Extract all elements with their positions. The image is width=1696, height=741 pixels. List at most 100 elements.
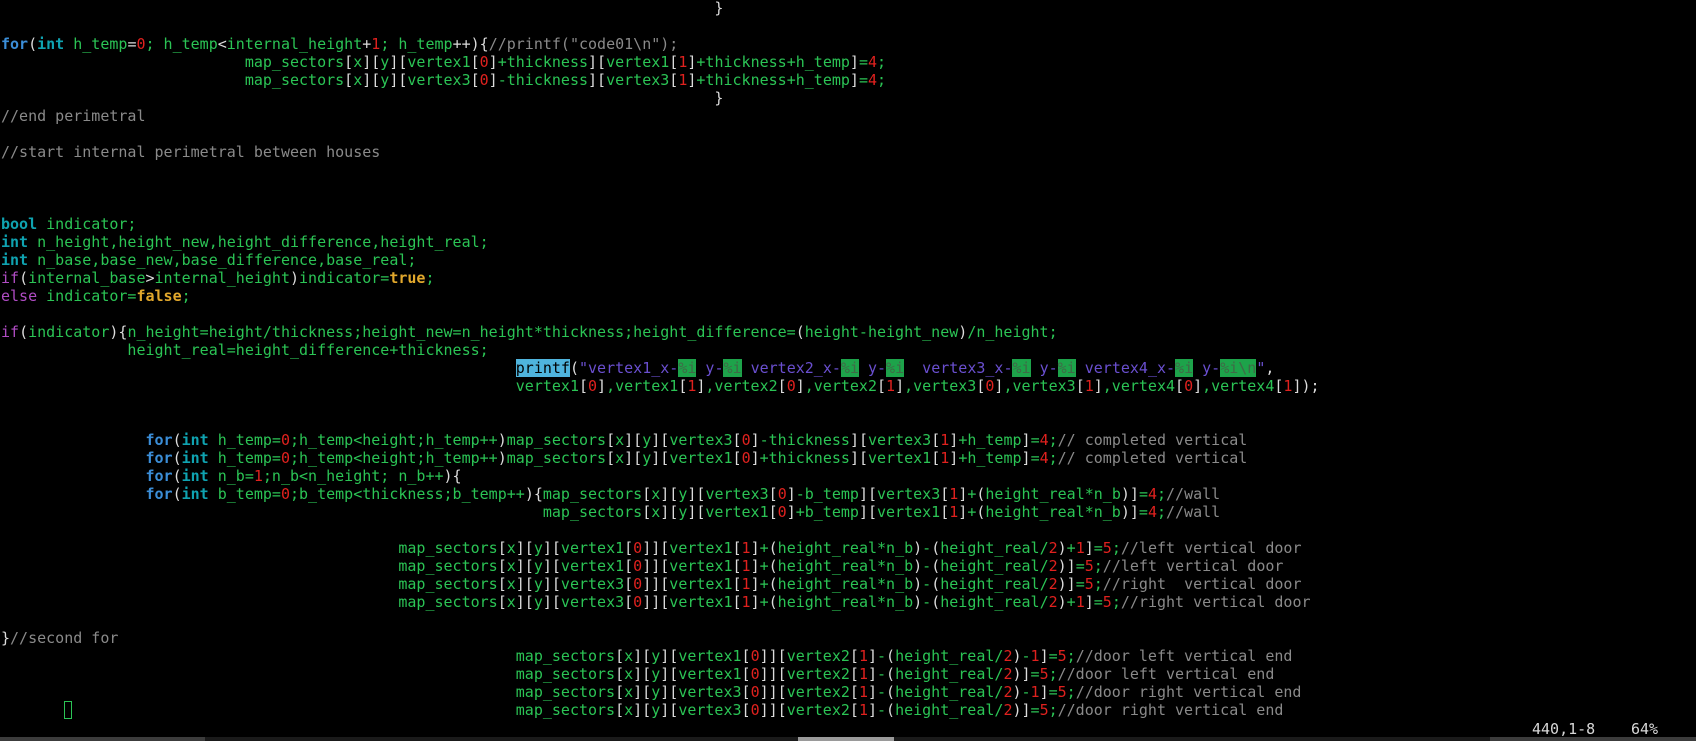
code-token: 2 xyxy=(1048,575,1058,593)
code-token: [ xyxy=(624,593,634,611)
code-token: //door left vertical end xyxy=(1075,647,1293,665)
code-token: = xyxy=(1075,557,1085,575)
code-line[interactable]: height_real=height_difference+thickness; xyxy=(1,341,488,359)
code-token: [ xyxy=(678,377,688,395)
code-token: // completed vertical xyxy=(1057,431,1248,449)
code-token: map_sectors xyxy=(1,503,643,521)
code-token: ][ xyxy=(515,575,534,593)
code-token: height_real*n_b xyxy=(777,557,914,575)
code-line[interactable]: //start internal perimetral between hous… xyxy=(1,143,380,161)
code-line[interactable]: //end perimetral xyxy=(1,107,146,125)
code-token: 5 xyxy=(1057,683,1067,701)
code-token: ] xyxy=(867,683,877,701)
code-line[interactable]: map_sectors[x][y][vertex1[0]+thickness][… xyxy=(1,53,886,71)
code-line[interactable]: bool indicator; xyxy=(1,215,136,233)
code-line[interactable]: for(int n_b=1;n_b<n_height; n_b++){ xyxy=(1,467,462,485)
code-token: ]][ xyxy=(759,647,787,665)
code-editor[interactable]: } for(int h_temp=0; h_temp<internal_heigh… xyxy=(0,0,1696,741)
code-token: ]][ xyxy=(759,683,787,701)
code-token: +b_temp xyxy=(795,503,859,521)
code-token: vertex3 xyxy=(560,593,625,611)
code-token: 4 xyxy=(1039,449,1049,467)
code-token: vertex1 xyxy=(407,53,471,71)
code-token: - xyxy=(922,539,932,557)
code-line[interactable]: printf("vertex1_x-%i y-%i vertex2_x-%i y… xyxy=(1,359,1274,377)
code-token: map_sectors xyxy=(506,449,607,467)
code-line[interactable]: map_sectors[x][y][vertex3[0]][vertex2[1]… xyxy=(1,683,1302,701)
code-line[interactable]: map_sectors[x][y][vertex1[0]][vertex2[1]… xyxy=(1,647,1293,665)
code-token: ] xyxy=(488,71,498,89)
code-line[interactable]: int n_base,base_new,base_difference,base… xyxy=(1,251,416,269)
code-line[interactable]: map_sectors[x][y][vertex1[0]+b_temp][ver… xyxy=(1,503,1220,521)
code-token: ][ xyxy=(633,647,652,665)
code-token: ;h_temp<height;h_temp++ xyxy=(290,449,498,467)
code-token: [ xyxy=(849,665,859,683)
code-token: ) xyxy=(958,323,968,341)
code-token: ;b_temp<thickness;b_temp++ xyxy=(290,485,525,503)
code-token: y xyxy=(651,683,661,701)
code-token: ] xyxy=(750,449,760,467)
code-line[interactable]: map_sectors[x][y][vertex1[0]][vertex2[1]… xyxy=(1,665,1275,683)
code-token: ][ xyxy=(651,449,670,467)
code-token: 0 xyxy=(786,377,796,395)
code-line[interactable]: vertex1[0],vertex1[1],vertex2[0],vertex2… xyxy=(1,377,1320,395)
code-token: [ xyxy=(849,683,859,701)
code-token: ) xyxy=(913,539,923,557)
code-line[interactable]: map_sectors[x][y][vertex1[0]][vertex1[1]… xyxy=(1,539,1301,557)
code-line[interactable]: map_sectors[x][y][vertex3[0]-thickness][… xyxy=(1,71,886,89)
code-token: ++){ xyxy=(452,35,489,53)
code-line[interactable]: for(int b_temp=0;b_temp<thickness;b_temp… xyxy=(1,485,1221,503)
code-token: ( xyxy=(569,359,579,377)
code-line[interactable]: for(int h_temp=0;h_temp<height;h_temp++)… xyxy=(1,449,1248,467)
code-line[interactable]: }//second for xyxy=(1,629,118,647)
code-token: 1 xyxy=(678,71,688,89)
code-token: vertex1 xyxy=(669,539,733,557)
code-token: x xyxy=(624,665,634,683)
code-token: bool xyxy=(1,215,38,233)
code-token: ]][ xyxy=(642,575,670,593)
code-token: 1 xyxy=(949,485,959,503)
code-token: 0 xyxy=(750,647,760,665)
code-token: x xyxy=(615,431,625,449)
code-line[interactable]: else indicator=false; xyxy=(1,287,191,305)
code-line[interactable]: } xyxy=(1,89,723,107)
code-token: 0 xyxy=(777,485,787,503)
scroll-percent: 64% xyxy=(1631,720,1659,738)
code-token: ,vertex3 xyxy=(904,377,977,395)
code-line[interactable]: map_sectors[x][y][vertex3[0]][vertex1[1]… xyxy=(1,575,1301,593)
code-token: = xyxy=(1048,647,1058,665)
code-line[interactable]: map_sectors[x][y][vertex1[0]][vertex1[1]… xyxy=(1,557,1283,575)
code-token: ][ xyxy=(542,557,561,575)
code-token: ; xyxy=(1048,449,1058,467)
code-token: ] xyxy=(1039,647,1049,665)
code-token: 1 xyxy=(940,449,950,467)
code-token: for xyxy=(145,431,173,449)
code-token: ]); xyxy=(1292,377,1320,395)
bottom-bar xyxy=(0,737,1696,741)
code-token: [ xyxy=(615,647,625,665)
code-line[interactable]: for(int h_temp=0;h_temp<height;h_temp++)… xyxy=(1,431,1248,449)
code-token: - xyxy=(922,557,932,575)
code-token: ][ xyxy=(849,431,868,449)
code-token: ( xyxy=(172,449,182,467)
code-token: vertex1 xyxy=(868,449,932,467)
code-token: [ xyxy=(777,377,787,395)
code-token: 1 xyxy=(741,593,751,611)
code-token: vertex2 xyxy=(786,647,850,665)
code-token: //wall xyxy=(1166,485,1221,503)
code-line[interactable]: if(internal_base>internal_height)indicat… xyxy=(1,269,435,287)
code-line[interactable]: if(indicator){n_height=height/thickness;… xyxy=(1,323,1058,341)
code-line[interactable]: } xyxy=(1,0,723,17)
code-token: x xyxy=(353,53,363,71)
code-line[interactable]: int n_height,height_new,height_differenc… xyxy=(1,233,489,251)
code-token: [ xyxy=(669,53,679,71)
code-token: false xyxy=(136,287,182,305)
bottom-bar-right xyxy=(1490,737,1696,741)
code-line[interactable]: map_sectors[x][y][vertex3[0]][vertex2[1]… xyxy=(1,701,1284,719)
code-token: 5 xyxy=(1084,557,1094,575)
code-line[interactable]: map_sectors[x][y][vertex3[0]][vertex1[1]… xyxy=(1,593,1310,611)
code-token: y- xyxy=(696,359,724,377)
code-line[interactable]: for(int h_temp=0; h_temp<internal_height… xyxy=(1,35,678,53)
